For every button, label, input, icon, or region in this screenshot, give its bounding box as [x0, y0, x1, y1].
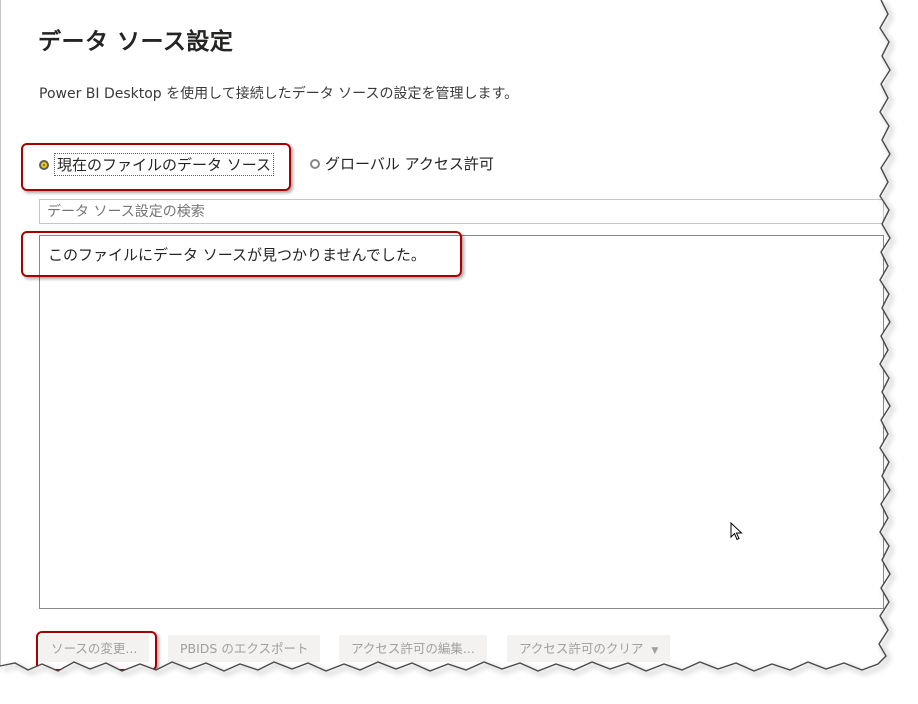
radio-current-file-label: 現在のファイルのデータ ソース	[54, 153, 275, 176]
edit-permissions-button[interactable]: アクセス許可の編集...	[339, 635, 487, 662]
radio-current-file[interactable]: 現在のファイルのデータ ソース	[39, 153, 275, 176]
radio-global-permissions[interactable]: グローバル アクセス許可	[310, 153, 494, 174]
mouse-pointer-icon	[730, 522, 743, 541]
change-source-button[interactable]: ソースの変更...	[39, 635, 150, 662]
search-input[interactable]	[39, 199, 884, 224]
data-source-list[interactable]: このファイルにデータ ソースが見つかりませんでした。	[39, 235, 884, 609]
dialog-title: データ ソース設定	[38, 29, 234, 55]
dialog-description: Power BI Desktop を使用して接続したデータ ソースの設定を管理し…	[39, 86, 519, 102]
empty-list-message: このファイルにデータ ソースが見つかりませんでした。	[48, 246, 426, 264]
clear-permissions-label: アクセス許可のクリア	[519, 641, 644, 656]
export-pbids-button[interactable]: PBIDS のエクスポート	[168, 635, 321, 662]
radio-selected-icon	[39, 159, 49, 170]
radio-global-permissions-label: グローバル アクセス許可	[325, 155, 494, 173]
clear-permissions-button[interactable]: アクセス許可のクリア ▼	[507, 635, 671, 662]
chevron-down-icon: ▼	[651, 646, 659, 656]
radio-unselected-icon	[310, 158, 320, 169]
data-source-settings-dialog: データ ソース設定 Power BI Desktop を使用して接続したデータ …	[0, 0, 901, 690]
